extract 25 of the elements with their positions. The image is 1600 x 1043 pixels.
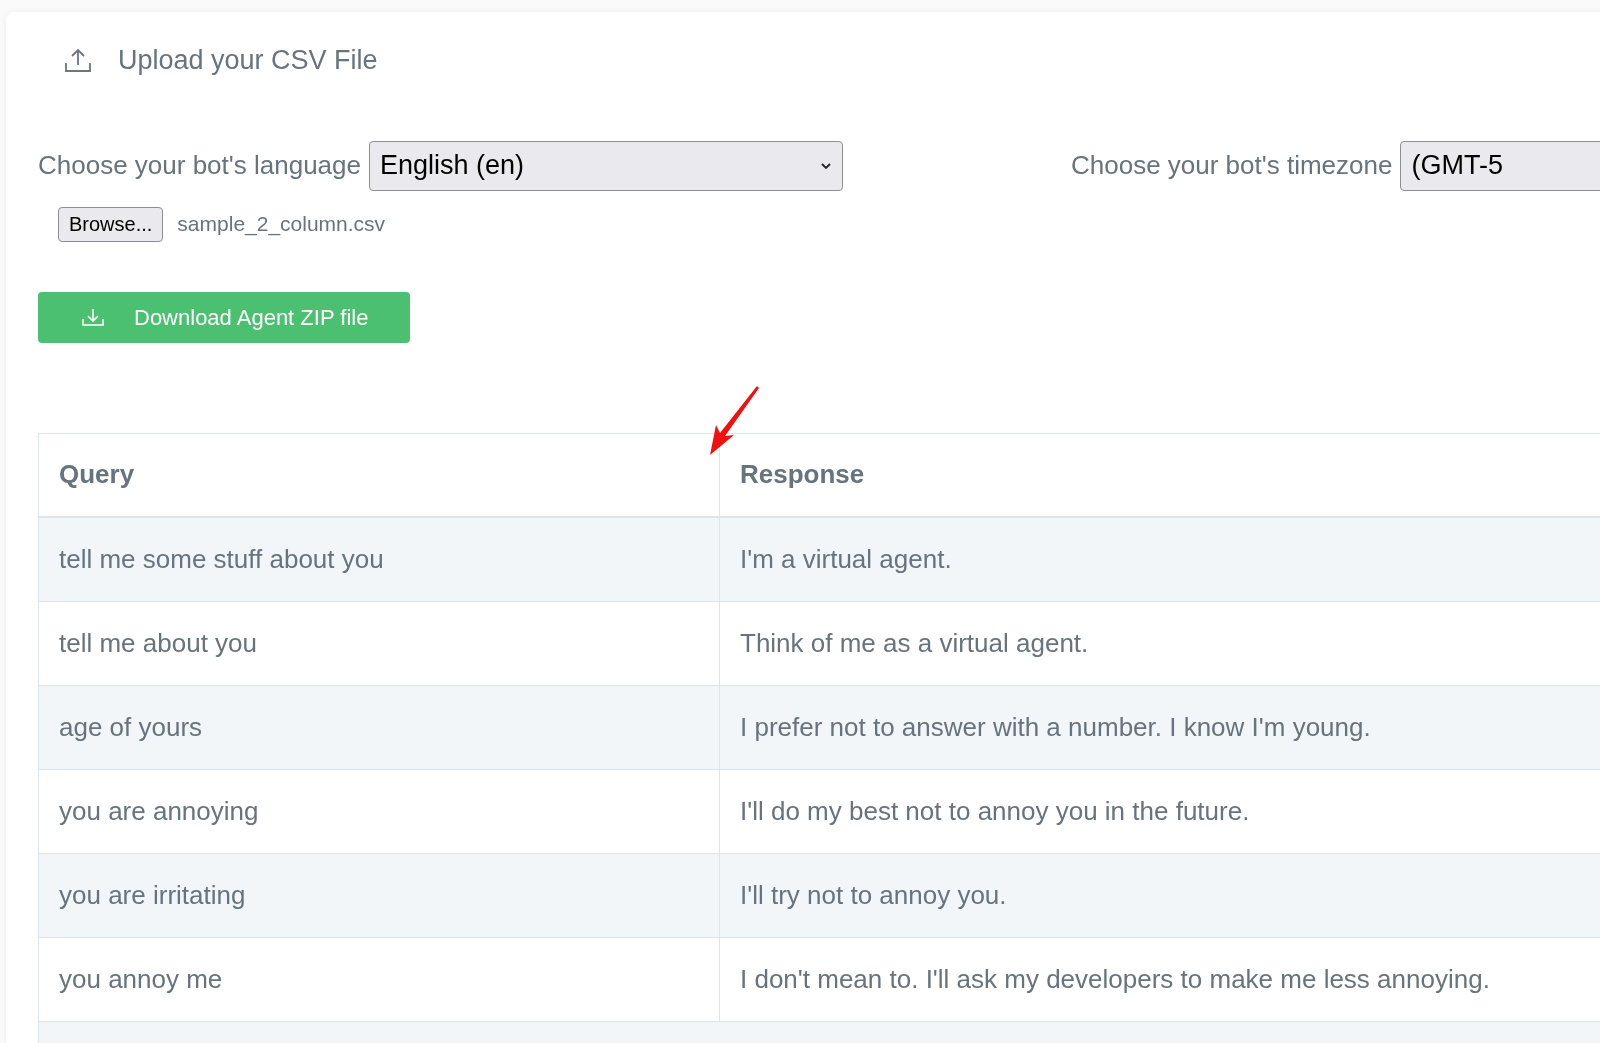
- arrow-drawing: [709, 386, 761, 456]
- language-select[interactable]: English (en): [368, 140, 843, 191]
- table-cell: you annoy me: [39, 937, 720, 1021]
- timezone-label: Choose your bot's timezone: [1070, 149, 1393, 182]
- timezone-select[interactable]: (GMT-5: [1400, 140, 1600, 191]
- table-cell-text: I don't mean to. I'll ask my developers to make me less annoying.: [739, 962, 1491, 996]
- table-cell: you are annoying: [39, 769, 720, 853]
- table-cell-text: I prefer not to answer with a number. I know I'm young.: [739, 710, 1372, 744]
- table-cell: you are irritating: [39, 853, 720, 937]
- table-cell-text: I'm a virtual agent.: [739, 542, 953, 576]
- upload-title: Upload your CSV File: [118, 44, 378, 77]
- table-cell-text: I'll try not to annoy you.: [739, 878, 1008, 912]
- table-cell: age of yours: [39, 685, 720, 769]
- table-cell-text: I'll do my best not to annoy you in the future.: [739, 794, 1251, 828]
- table-cell: tell me some stuff about you: [39, 517, 720, 601]
- language-label: Choose your bot's language: [38, 149, 361, 182]
- file-name: sample_2_column.csv: [177, 211, 386, 238]
- download-icon: [82, 307, 104, 327]
- table-cell: tell me about you: [39, 601, 720, 685]
- upload-icon: [64, 47, 92, 74]
- browse-button[interactable]: Browse...: [58, 206, 164, 242]
- table-cell-text: Think of me as a virtual agent.: [739, 626, 1090, 660]
- column-header: Response: [739, 458, 866, 491]
- chevron-down-icon: [819, 161, 832, 170]
- column-header: Query: [39, 433, 720, 516]
